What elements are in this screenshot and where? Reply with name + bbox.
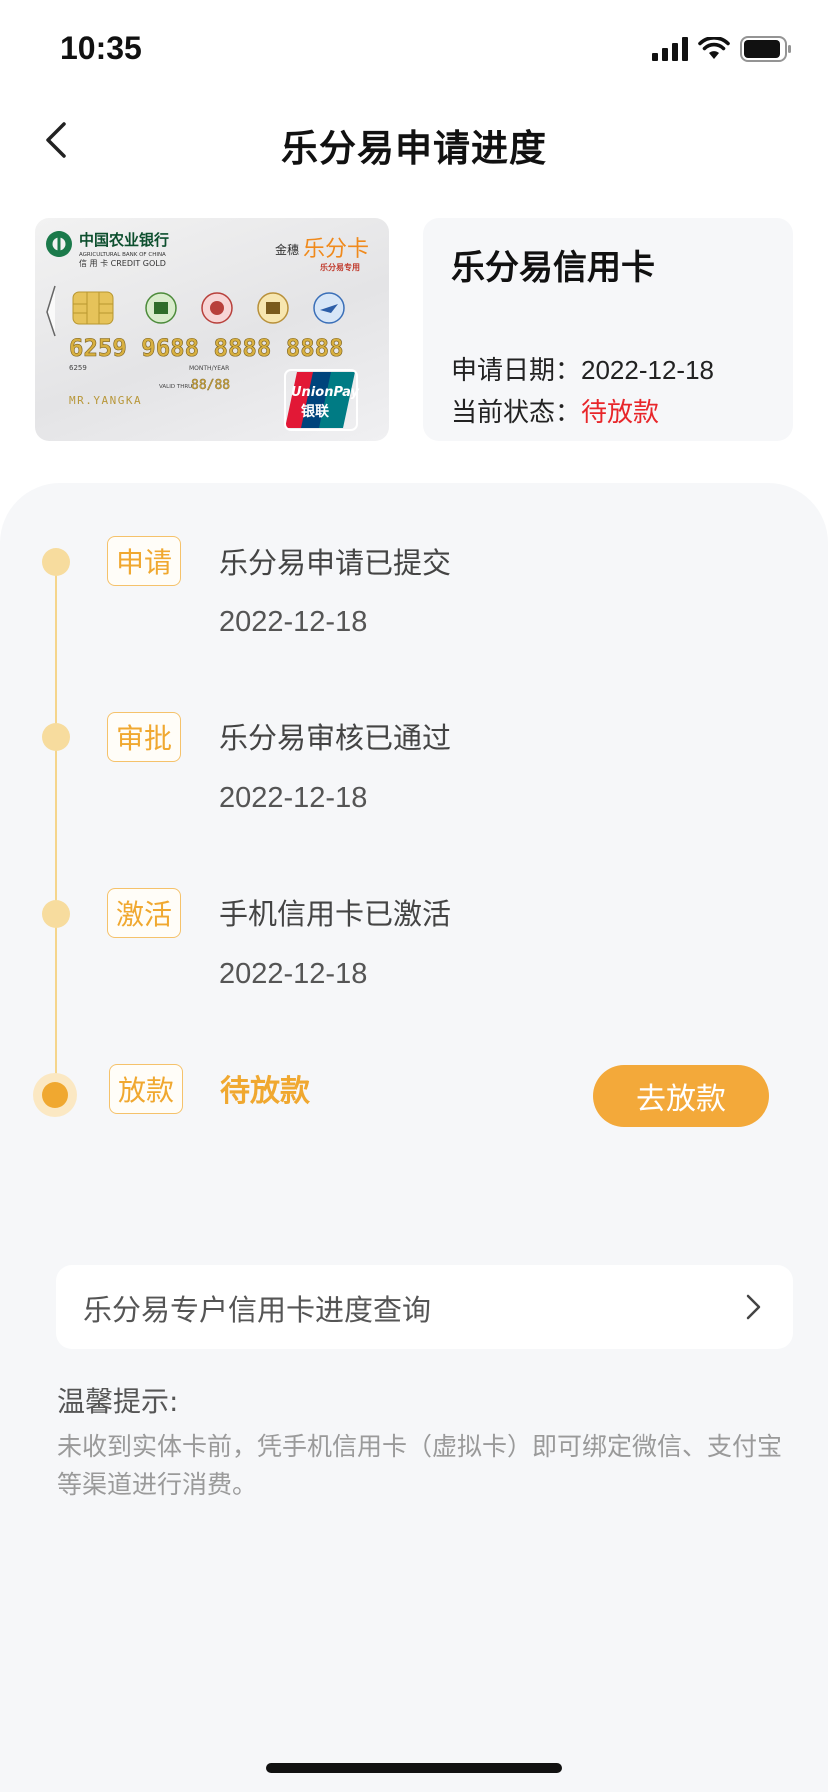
battery-icon (740, 36, 791, 62)
status-bar: 10:35 (0, 0, 828, 100)
timeline-dot-review (42, 723, 70, 751)
brand-prefix: 金穗 (275, 242, 299, 257)
tips-body: 未收到实体卡前，凭手机信用卡（虚拟卡）即可绑定微信、支付宝等渠道进行消费。 (57, 1432, 783, 1499)
card-edge-arrow-icon (46, 285, 56, 337)
apply-date-row: 申请日期：2022-12-18 (451, 350, 714, 387)
brand-name: 乐分卡 (303, 237, 369, 262)
tips-title: 温馨提示: (57, 1385, 179, 1418)
status-label: 当前状态： (451, 398, 582, 428)
brand-sub: 乐分易专用 (320, 262, 360, 272)
step-title-apply: 乐分易申请已提交 (219, 546, 452, 580)
card-expiry: 88/88 (191, 378, 230, 393)
status-time: 10:35 (60, 30, 142, 66)
step-tag-review: 审批 (107, 712, 181, 762)
bank-name-cn: 中国农业银行 (79, 231, 169, 249)
card-number-small: 6259 (69, 364, 87, 372)
home-indicator (266, 1763, 562, 1773)
page-title: 乐分易申请进度 (281, 127, 547, 170)
step-tag-apply: 申请 (107, 536, 181, 586)
wifi-icon (698, 37, 730, 59)
progress-query-row[interactable]: 乐分易专户信用卡进度查询 (56, 1265, 793, 1349)
apply-date-label: 申请日期： (451, 356, 582, 386)
step-date-activate: 2022-12-18 (219, 958, 368, 990)
cellular-signal-icon (652, 37, 688, 61)
progress-query-label: 乐分易专户信用卡进度查询 (83, 1293, 432, 1327)
step-tag-activate: 激活 (107, 888, 181, 938)
step-title-activate: 手机信用卡已激活 (219, 897, 452, 931)
card-chip-icon (72, 291, 114, 325)
status-icons (652, 34, 792, 64)
network-name-en: UnionPay (291, 385, 360, 400)
month-year-label: MONTH/YEAR (189, 365, 229, 372)
progress-panel (0, 483, 828, 1792)
card-product-title: 乐分易信用卡 (451, 248, 655, 288)
timeline-dot-activate (42, 900, 70, 928)
credit-card-image: 中国农业银行 AGRICULTURAL BANK OF CHINA 信 用 卡 … (35, 218, 389, 441)
step-date-apply: 2022-12-18 (219, 606, 368, 638)
timeline-line (55, 562, 57, 1092)
go-disburse-button[interactable]: 去放款 (593, 1065, 769, 1127)
step-title-disburse: 待放款 (220, 1074, 310, 1109)
status-value: 待放款 (581, 398, 660, 428)
valid-thru-label: VALID THRU (159, 384, 192, 390)
bank-name-en: AGRICULTURAL BANK OF CHINA (79, 252, 166, 258)
chevron-right-icon (746, 1294, 761, 1320)
card-number: 6259 9688 8888 8888 (69, 334, 344, 362)
credit-card-art: 中国农业银行 AGRICULTURAL BANK OF CHINA 信 用 卡 … (46, 231, 369, 431)
card-info-box: 乐分易信用卡 申请日期：2022-12-18 当前状态：待放款 (423, 218, 793, 441)
status-row: 当前状态：待放款 (451, 392, 659, 429)
timeline-dot-apply (42, 548, 70, 576)
card-kind: 信 用 卡 CREDIT GOLD (79, 258, 166, 268)
step-title-review: 乐分易审核已通过 (219, 721, 452, 755)
timeline-dot-disburse (33, 1073, 77, 1117)
card-holder: MR.YANGKA (69, 394, 142, 407)
step-tag-disburse: 放款 (109, 1064, 183, 1114)
nav-bar: 乐分易申请进度 (0, 100, 828, 180)
network-name-cn: 银联 (301, 403, 330, 420)
unionpay-logo-icon (284, 369, 358, 431)
step-date-review: 2022-12-18 (219, 782, 368, 814)
apply-date-value: 2022-12-18 (581, 355, 715, 385)
